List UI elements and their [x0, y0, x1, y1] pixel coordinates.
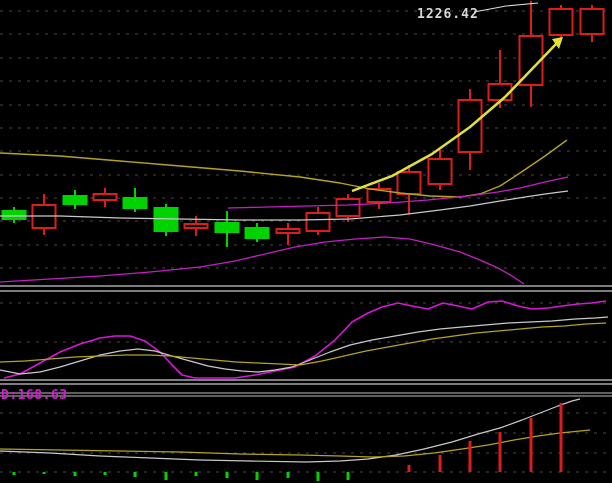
price-high-label: 1226.42 — [417, 7, 479, 22]
macd-indicator-panel[interactable] — [0, 400, 612, 483]
macd-value-label: D:168.63 — [1, 388, 68, 403]
chart-canvas: 1226.42 D:168.63 — [0, 0, 612, 483]
stochastic-indicator-panel[interactable] — [0, 292, 612, 378]
trading-chart-window: 1226.42 D:168.63 — [0, 0, 612, 483]
